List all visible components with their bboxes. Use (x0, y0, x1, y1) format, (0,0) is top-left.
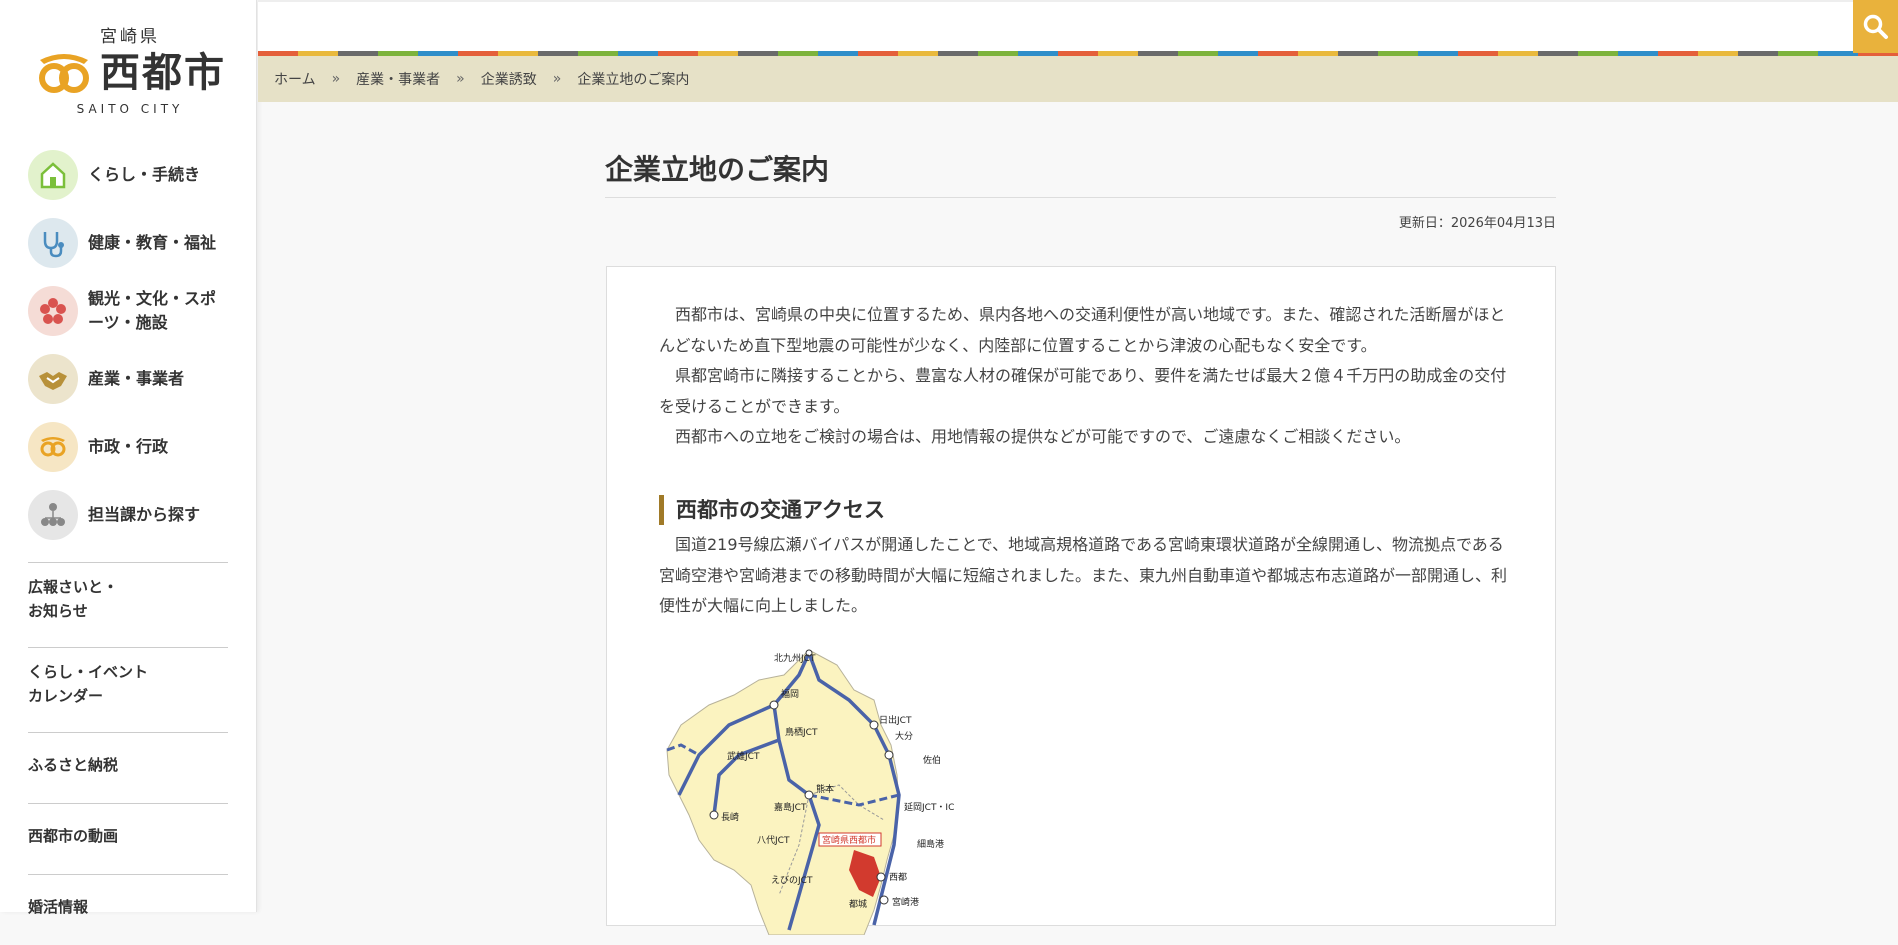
city-emblem-icon (28, 422, 78, 472)
sub-nav: 広報さいと・ お知らせ くらし・イベント カレンダー ふるさと納税 西都市の動画… (28, 562, 228, 945)
nav-item-government[interactable]: 市政・行政 (28, 413, 228, 481)
nav-item-label: 市政・行政 (88, 437, 169, 456)
stethoscope-icon (28, 218, 78, 268)
org-chart-icon (28, 490, 78, 540)
map-label: 細島港 (917, 838, 944, 850)
breadcrumb: ホーム » 産業・事業者 » 企業誘致 » 企業立地のご案内 (258, 56, 1898, 102)
sub-nav-label: 西都市の動画 (28, 827, 119, 845)
breadcrumb-invitation[interactable]: 企業誘致 (481, 69, 537, 89)
nav-item-industry[interactable]: 産業・事業者 (28, 345, 228, 413)
intro-paragraph: 県都宮崎市に隣接することから、豊富な人材の確保が可能であり、要件を満たせば最大２… (659, 366, 1507, 416)
map-label: 八代JCT (757, 835, 790, 846)
breadcrumb-current: 企業立地のご案内 (577, 72, 690, 88)
nav-item-label: 産業・事業者 (88, 369, 185, 388)
intro-paragraph: 西都市は、宮崎県の中央に位置するため、県内各地への交通利便性が高い地域です。また… (659, 305, 1506, 355)
map-label: 武雄JCT (727, 750, 760, 762)
intro-paragraph: 西都市への立地をご検討の場合は、用地情報の提供などが可能ですので、ご遠慮なくご相… (675, 427, 1411, 446)
sub-nav-marriage[interactable]: 婚活情報 (28, 874, 228, 945)
map-label: 大分 (895, 730, 913, 742)
nav-item-living[interactable]: くらし・手続き (28, 141, 228, 209)
page-title: 企業立地のご案内 (605, 153, 830, 186)
flower-icon (28, 286, 78, 336)
title-divider (605, 197, 1556, 198)
sub-nav-label: 婚活情報 (28, 898, 89, 916)
map-label: 北九州JCT (774, 653, 816, 664)
nav-item-label: 健康・教育・福祉 (88, 233, 217, 252)
map-label: 福岡 (781, 688, 799, 700)
site-logo[interactable]: 宮崎県 西都市 SAITO CITY (30, 22, 230, 122)
sub-nav-label: ふるさと納税 (28, 756, 119, 774)
breadcrumb-industry[interactable]: 産業・事業者 (356, 69, 440, 89)
map-label: 鳥栖JCT (785, 726, 818, 738)
map-label: 嘉島JCT (774, 801, 807, 813)
search-button[interactable] (1853, 0, 1898, 53)
map-label: 佐伯 (923, 754, 941, 766)
main-nav: くらし・手続き 健康・教育・福祉 観光・文化・スポーツ・施設 産業・事業者 市政… (28, 141, 228, 549)
logo-prefecture: 宮崎県 (100, 27, 160, 47)
updated-date: 更新日：2026年04月13日 (1398, 216, 1556, 231)
nav-item-health[interactable]: 健康・教育・福祉 (28, 209, 228, 277)
sub-nav-label: 広報さいと・ お知らせ (28, 578, 119, 620)
section-paragraph: 国道219号線広瀬バイパスが開通したことで、地域高規格道路である宮崎東環状道路が… (659, 535, 1508, 616)
logo-english-name: SAITO CITY (76, 102, 184, 116)
map-label: えびのJCT (771, 875, 813, 886)
logo-city-name: 西都市 (100, 50, 226, 96)
sub-nav-news[interactable]: 広報さいと・ お知らせ (28, 562, 228, 647)
breadcrumb-separator: » (331, 71, 341, 87)
search-icon (1863, 14, 1888, 39)
map-label: 延岡JCT・IC (904, 801, 954, 813)
house-icon (28, 150, 78, 200)
map-label: 長崎 (721, 811, 739, 823)
handshake-icon (28, 354, 78, 404)
city-emblem-icon (39, 54, 89, 93)
sub-nav-label: くらし・イベント カレンダー (28, 663, 149, 705)
nav-item-label: 担当課から探す (88, 505, 201, 524)
sub-nav-videos[interactable]: 西都市の動画 (28, 803, 228, 874)
top-header (258, 0, 1898, 53)
map-label: 都城 (849, 899, 867, 910)
sub-nav-calendar[interactable]: くらし・イベント カレンダー (28, 647, 228, 732)
breadcrumb-separator: » (456, 71, 465, 87)
nav-item-label: くらし・手続き (88, 165, 201, 184)
content-box: 西都市は、宮崎県の中央に位置するため、県内各地への交通利便性が高い地域です。また… (606, 266, 1556, 935)
map-label: 熊本 (816, 783, 834, 795)
kyushu-access-map: 北九州JCT 福岡 日出JCT 大分 鳥栖JCT 佐伯 武雄JCT 熊本 嘉島J… (666, 649, 954, 935)
nav-item-label: 観光・文化・スポーツ・施設 (88, 289, 217, 332)
breadcrumb-separator: » (552, 71, 562, 87)
nav-item-tourism[interactable]: 観光・文化・スポーツ・施設 (28, 277, 228, 345)
sub-nav-furusato-tax[interactable]: ふるさと納税 (28, 732, 228, 803)
sidebar: 宮崎県 西都市 SAITO CITY くらし・手続き 健康・教育・福祉 観光・文… (0, 0, 257, 916)
nav-item-departments[interactable]: 担当課から探す (28, 481, 228, 549)
breadcrumb-home[interactable]: ホーム (274, 69, 316, 89)
section-heading: 西都市の交通アクセス (659, 495, 885, 526)
map-label: 宮崎港 (892, 896, 919, 908)
map-highlight-label: 宮崎県西都市 (822, 834, 876, 846)
map-label: 西都 (889, 872, 907, 883)
map-label: 日出JCT (879, 714, 912, 726)
